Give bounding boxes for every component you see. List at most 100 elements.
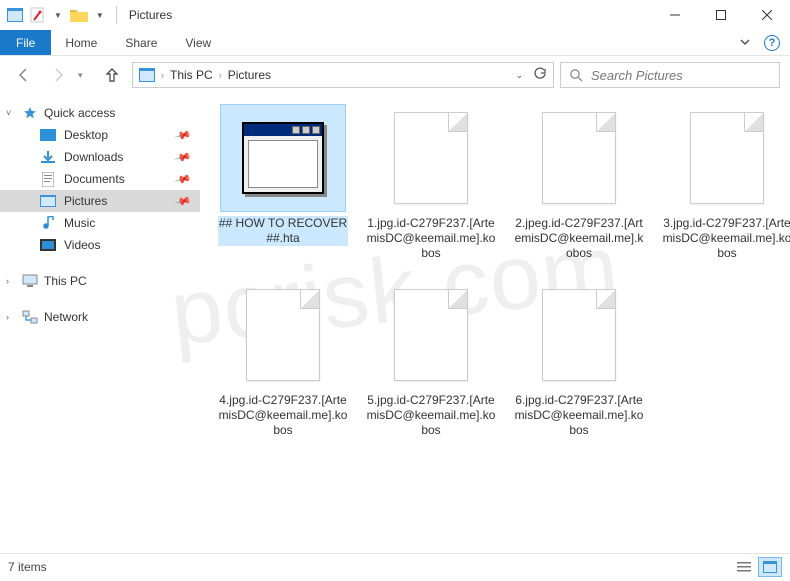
refresh-button[interactable]: [533, 67, 547, 84]
window-controls: [652, 0, 790, 30]
music-icon: [40, 215, 56, 231]
blank-file-icon: [368, 104, 494, 212]
sidebar-item-videos[interactable]: Videos: [0, 234, 200, 256]
file-label: 3.jpg.id-C279F237.[ArtemisDC@keemail.me]…: [662, 216, 790, 261]
properties-dropdown-icon[interactable]: ▼: [50, 11, 66, 20]
caret-right-icon: ›: [6, 312, 16, 322]
minimize-button[interactable]: [652, 0, 698, 30]
videos-icon: [40, 237, 56, 253]
sidebar-item-label: Desktop: [64, 128, 108, 142]
sidebar-item-pictures[interactable]: Pictures 📌: [0, 190, 200, 212]
sidebar-quick-access-label: Quick access: [44, 106, 115, 120]
file-label: 6.jpg.id-C279F237.[ArtemisDC@keemail.me]…: [514, 393, 644, 438]
new-folder-icon[interactable]: [70, 6, 88, 24]
pictures-icon: [40, 193, 56, 209]
sidebar-network[interactable]: › Network: [0, 306, 200, 328]
sidebar-item-desktop[interactable]: Desktop 📌: [0, 124, 200, 146]
file-tab[interactable]: File: [0, 30, 51, 55]
address-bar[interactable]: › This PC › Pictures ⌄: [132, 62, 554, 88]
qat-customize-icon[interactable]: ▼: [92, 11, 108, 20]
file-label: 2.jpeg.id-C279F237.[ArtemisDC@keemail.me…: [514, 216, 644, 261]
sidebar-network-label: Network: [44, 310, 88, 324]
crumb-this-pc[interactable]: This PC: [170, 68, 213, 82]
ribbon: File Home Share View ?: [0, 30, 790, 56]
sidebar-this-pc-label: This PC: [44, 274, 87, 288]
pin-icon: 📌: [174, 170, 192, 188]
titlebar: ▼ ▼ Pictures: [0, 0, 790, 30]
help-icon[interactable]: ?: [764, 35, 780, 51]
file-label: 4.jpg.id-C279F237.[ArtemisDC@keemail.me]…: [218, 393, 348, 438]
crumb-separator-icon[interactable]: ›: [159, 70, 166, 80]
tab-share[interactable]: Share: [111, 30, 171, 55]
sidebar-item-label: Pictures: [64, 194, 107, 208]
back-button[interactable]: [10, 61, 38, 89]
downloads-icon: [40, 149, 56, 165]
blank-file-icon: [368, 281, 494, 389]
navigation-pane: ˅ Quick access Desktop 📌 Downloads 📌 Doc…: [0, 94, 200, 553]
sidebar-item-label: Downloads: [64, 150, 123, 164]
window-title: Pictures: [125, 8, 172, 22]
file-tile[interactable]: 6.jpg.id-C279F237.[ArtemisDC@keemail.me]…: [514, 281, 644, 438]
this-pc-icon: [22, 273, 38, 289]
file-label: ## HOW TO RECOVER ##.hta: [218, 216, 348, 246]
status-bar: 7 items: [0, 553, 790, 579]
sidebar-this-pc[interactable]: › This PC: [0, 270, 200, 292]
desktop-icon: [40, 127, 56, 143]
search-placeholder: Search Pictures: [591, 68, 683, 83]
file-pane[interactable]: ## HOW TO RECOVER ##.hta 1.jpg.id-C279F23…: [200, 94, 790, 553]
star-icon: [22, 105, 38, 121]
file-label: 5.jpg.id-C279F237.[ArtemisDC@keemail.me]…: [366, 393, 496, 438]
pin-icon: 📌: [174, 126, 192, 144]
crumb-separator-icon[interactable]: ›: [217, 70, 224, 80]
item-count-label: 7 items: [8, 560, 47, 574]
blank-file-icon: [516, 104, 642, 212]
pin-icon: 📌: [174, 148, 192, 166]
file-tile[interactable]: 4.jpg.id-C279F237.[ArtemisDC@keemail.me]…: [218, 281, 348, 438]
sidebar-item-label: Documents: [64, 172, 125, 186]
tab-view[interactable]: View: [171, 30, 225, 55]
search-input[interactable]: Search Pictures: [560, 62, 780, 88]
file-tile[interactable]: ## HOW TO RECOVER ##.hta: [218, 104, 348, 261]
navigation-row: ▾ › This PC › Pictures ⌄ Search Pictures: [0, 56, 790, 94]
caret-down-icon: ˅: [6, 108, 16, 118]
details-view-button[interactable]: [732, 557, 756, 577]
caret-right-icon: ›: [6, 276, 16, 286]
file-tile[interactable]: 3.jpg.id-C279F237.[ArtemisDC@keemail.me]…: [662, 104, 790, 261]
blank-file-icon: [664, 104, 790, 212]
address-dropdown-icon[interactable]: ⌄: [515, 70, 523, 81]
main-region: ˅ Quick access Desktop 📌 Downloads 📌 Doc…: [0, 94, 790, 553]
pictures-icon: [139, 68, 155, 82]
history-dropdown-icon[interactable]: ▾: [78, 70, 92, 81]
hta-file-icon: [220, 104, 346, 212]
blank-file-icon: [220, 281, 346, 389]
network-icon: [22, 309, 38, 325]
crumb-pictures[interactable]: Pictures: [228, 68, 271, 82]
quick-access-toolbar: ▼ ▼ Pictures: [0, 6, 172, 24]
titlebar-divider: [116, 6, 117, 24]
sidebar-item-documents[interactable]: Documents 📌: [0, 168, 200, 190]
sidebar-item-music[interactable]: Music: [0, 212, 200, 234]
blank-file-icon: [516, 281, 642, 389]
sidebar-item-downloads[interactable]: Downloads 📌: [0, 146, 200, 168]
ribbon-expand-icon[interactable]: [740, 34, 750, 52]
explorer-icon[interactable]: [6, 6, 24, 24]
close-button[interactable]: [744, 0, 790, 30]
file-grid: ## HOW TO RECOVER ##.hta 1.jpg.id-C279F23…: [218, 104, 772, 438]
large-icons-view-button[interactable]: [758, 557, 782, 577]
sidebar-quick-access[interactable]: ˅ Quick access: [0, 102, 200, 124]
file-label: 1.jpg.id-C279F237.[ArtemisDC@keemail.me]…: [366, 216, 496, 261]
forward-button[interactable]: [44, 61, 72, 89]
sidebar-item-label: Music: [64, 216, 95, 230]
crumb-root[interactable]: [139, 68, 155, 82]
properties-icon[interactable]: [28, 6, 46, 24]
pin-icon: 📌: [174, 192, 192, 210]
documents-icon: [40, 171, 56, 187]
file-tile[interactable]: 1.jpg.id-C279F237.[ArtemisDC@keemail.me]…: [366, 104, 496, 261]
maximize-button[interactable]: [698, 0, 744, 30]
file-tile[interactable]: 2.jpeg.id-C279F237.[ArtemisDC@keemail.me…: [514, 104, 644, 261]
up-button[interactable]: [98, 61, 126, 89]
sidebar-item-label: Videos: [64, 238, 100, 252]
tab-home[interactable]: Home: [51, 30, 111, 55]
search-icon: [569, 68, 583, 82]
file-tile[interactable]: 5.jpg.id-C279F237.[ArtemisDC@keemail.me]…: [366, 281, 496, 438]
